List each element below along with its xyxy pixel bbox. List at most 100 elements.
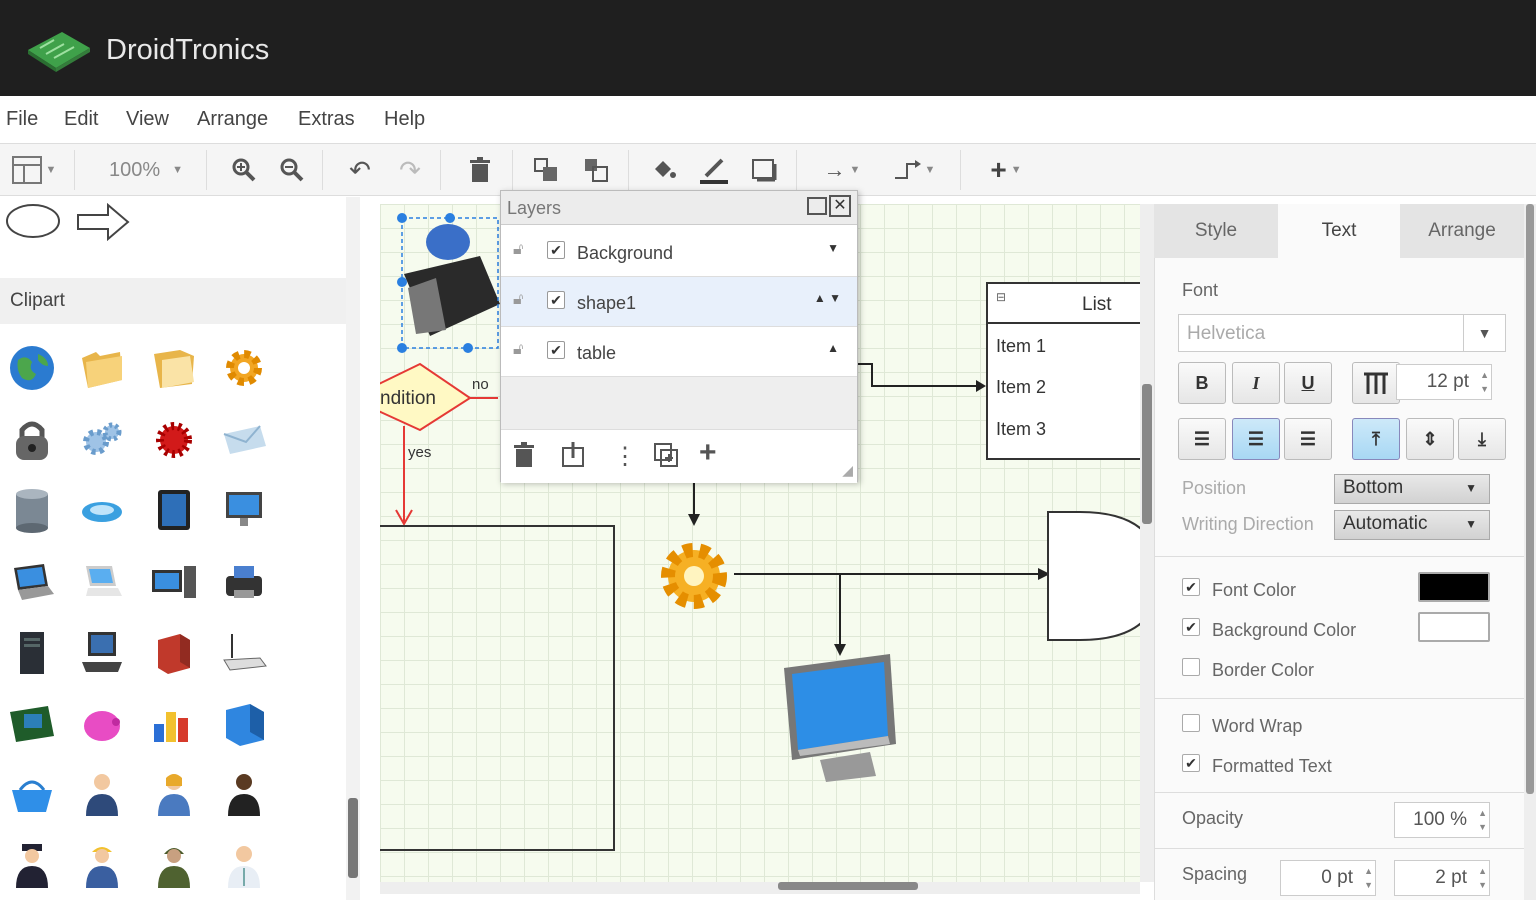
clipart-section-header[interactable]: Clipart — [0, 278, 346, 324]
stepper-icon[interactable]: ▲ ▼ — [1478, 806, 1487, 834]
menu-edit[interactable]: Edit — [64, 108, 98, 131]
router-ring-icon[interactable] — [78, 486, 126, 534]
piggy-bank-icon[interactable] — [78, 700, 126, 748]
border-color-checkbox[interactable] — [1182, 658, 1200, 676]
font-color-checkbox[interactable]: ✔ — [1182, 578, 1200, 596]
font-family-input[interactable]: Helvetica ▼ — [1178, 314, 1506, 352]
gears-icon[interactable] — [78, 416, 126, 464]
layer-visibility-checkbox[interactable]: ✔ — [547, 341, 565, 359]
man-icon[interactable] — [220, 770, 268, 818]
padlock-icon[interactable] — [8, 416, 56, 464]
writing-direction-select[interactable]: Automatic ▼ — [1334, 510, 1490, 540]
layer-row-table[interactable]: 🔓︎ ✔ table ▲ — [501, 327, 857, 377]
envelope-icon[interactable] — [220, 416, 268, 464]
open-folder-icon[interactable] — [150, 344, 198, 392]
formatted-text-checkbox[interactable]: ✔ — [1182, 754, 1200, 772]
background-color-checkbox[interactable]: ✔ — [1182, 618, 1200, 636]
doctor-icon[interactable] — [220, 842, 268, 890]
underline-button[interactable]: U — [1284, 362, 1332, 404]
terminal-icon[interactable] — [78, 628, 126, 676]
position-select[interactable]: Bottom ▼ — [1334, 474, 1490, 504]
zoom-out-button[interactable] — [276, 154, 308, 186]
waypoints-button[interactable]: ▼ — [886, 154, 942, 186]
zoom-in-button[interactable] — [228, 154, 260, 186]
unlock-icon[interactable]: 🔓︎ — [513, 291, 523, 309]
align-top-button[interactable]: ⤒ — [1352, 418, 1400, 460]
layer-row-background[interactable]: 🔓︎ ✔ Background ▼ — [501, 227, 857, 277]
move-up-icon[interactable]: ▲ — [827, 341, 839, 355]
folder-icon[interactable] — [78, 344, 126, 392]
trash-icon[interactable] — [513, 442, 535, 475]
white-laptop-icon[interactable] — [78, 558, 126, 606]
align-center-button[interactable]: ☰ — [1232, 418, 1280, 460]
soldier-icon[interactable] — [150, 842, 198, 890]
line-color-button[interactable] — [698, 154, 730, 186]
layer-visibility-checkbox[interactable]: ✔ — [547, 241, 565, 259]
align-bottom-button[interactable]: ⤓ — [1458, 418, 1506, 460]
businesswoman-icon[interactable] — [150, 770, 198, 818]
blue-box-icon[interactable] — [220, 700, 268, 748]
globe-icon[interactable] — [8, 344, 56, 392]
gear-clipart-icon[interactable] — [220, 344, 268, 392]
font-size-input[interactable]: 12 pt ▲ ▼ — [1396, 364, 1492, 400]
chevron-down-icon[interactable]: ▼ — [1463, 315, 1505, 351]
move-down-icon[interactable]: ▼ — [827, 241, 839, 255]
insert-button[interactable]: + ▼ — [978, 154, 1034, 186]
spacing-global-input[interactable]: 2 pt ▲ ▼ — [1394, 860, 1490, 896]
zoom-select[interactable]: 100% ▼ — [96, 154, 196, 186]
move-selection-icon[interactable] — [561, 442, 585, 475]
bold-button[interactable]: B — [1178, 362, 1226, 404]
stepper-icon[interactable]: ▲ ▼ — [1364, 864, 1373, 892]
video-card-icon[interactable] — [8, 700, 56, 748]
background-color-swatch[interactable] — [1418, 612, 1490, 642]
tab-style[interactable]: Style — [1154, 204, 1278, 258]
shadow-button[interactable] — [748, 154, 780, 186]
to-front-button[interactable] — [530, 154, 562, 186]
resize-grip-icon[interactable]: ◢ — [842, 462, 853, 479]
format-panel-toggle-button[interactable]: ▼ — [6, 154, 62, 186]
unlock-icon[interactable]: 🔓︎ — [513, 241, 523, 259]
close-icon[interactable]: ✕ — [829, 195, 851, 217]
layers-dialog-header[interactable]: Layers ✕ — [501, 191, 857, 225]
canvas-vertical-scrollbar[interactable] — [1140, 204, 1154, 882]
canvas-vertical-scrollbar-thumb[interactable] — [1142, 384, 1152, 524]
menu-help[interactable]: Help — [384, 108, 425, 131]
arrow-shape[interactable] — [76, 203, 132, 241]
server-tower-icon[interactable] — [8, 628, 56, 676]
tab-arrange[interactable]: Arrange — [1400, 204, 1524, 258]
spacing-top-input[interactable]: 0 pt ▲ ▼ — [1280, 860, 1376, 896]
layer-row-shape1[interactable]: 🔓︎ ✔ shape1 ▲ ▼ — [501, 277, 857, 327]
format-panel-scrollbar-thumb[interactable] — [1526, 204, 1534, 794]
menu-file[interactable]: File — [6, 108, 38, 131]
opacity-input[interactable]: 100 % ▲ ▼ — [1394, 802, 1490, 838]
ellipse-shape[interactable] — [6, 203, 62, 239]
font-color-swatch[interactable] — [1418, 572, 1490, 602]
more-vertical-icon[interactable]: ⋮ — [613, 442, 637, 471]
italic-button[interactable]: I — [1232, 362, 1280, 404]
workstation-icon[interactable] — [150, 558, 198, 606]
word-wrap-checkbox[interactable] — [1182, 714, 1200, 732]
firewall-icon[interactable] — [150, 628, 198, 676]
wireless-router-icon[interactable] — [220, 628, 268, 676]
sidebar-scrollbar[interactable] — [346, 197, 360, 900]
minimize-icon[interactable] — [807, 197, 827, 215]
vertical-text-button[interactable] — [1352, 362, 1400, 404]
worker-icon[interactable] — [78, 842, 126, 890]
list-shape[interactable]: ⊟ List Item 1 Item 2 Item 3 — [986, 282, 1146, 460]
unlock-icon[interactable]: 🔓︎ — [513, 341, 523, 359]
bar-chart-clipart-icon[interactable] — [150, 700, 198, 748]
businessman-icon[interactable] — [78, 770, 126, 818]
delete-button[interactable] — [464, 154, 496, 186]
align-left-button[interactable]: ☰ — [1178, 418, 1226, 460]
laptop-icon[interactable] — [8, 558, 56, 606]
canvas-horizontal-scrollbar-thumb[interactable] — [778, 882, 918, 890]
layer-visibility-checkbox[interactable]: ✔ — [547, 291, 565, 309]
collapse-icon[interactable]: ⊟ — [996, 290, 1006, 304]
stepper-icon[interactable]: ▲ ▼ — [1478, 864, 1487, 892]
canvas-horizontal-scrollbar[interactable] — [380, 882, 1140, 894]
printer-icon[interactable] — [220, 558, 268, 606]
stepper-icon[interactable]: ▲ ▼ — [1480, 368, 1489, 396]
sidebar-scrollbar-thumb[interactable] — [348, 798, 358, 878]
align-middle-button[interactable]: ⇕ — [1406, 418, 1454, 460]
align-right-button[interactable]: ☰ — [1284, 418, 1332, 460]
